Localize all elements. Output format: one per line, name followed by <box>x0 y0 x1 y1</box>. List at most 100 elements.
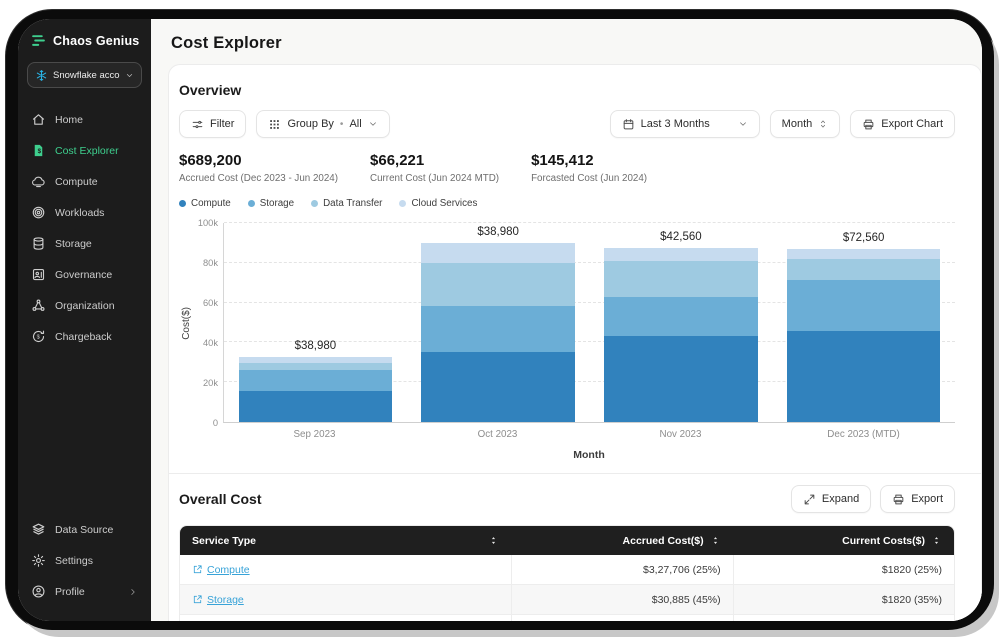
bar-segment-storage <box>238 370 393 392</box>
y-axis-title: Cost($) <box>180 306 192 340</box>
legend-item[interactable]: Data Transfer <box>311 198 382 209</box>
overall-cost-table: Service Type Accrued Cost($) Current Costs… <box>179 525 955 621</box>
column-header-1[interactable]: Service Type <box>180 526 511 555</box>
sidebar-item-label: Governance <box>55 268 113 281</box>
group-by-label: Group By <box>287 118 334 130</box>
y-tick-label: 60k <box>203 298 218 308</box>
sidebar-item-data-source[interactable]: Data Source <box>27 514 142 545</box>
column-header-3[interactable]: Current Costs($) <box>733 526 954 555</box>
granularity-select[interactable]: Month <box>769 110 841 138</box>
workloads-icon <box>31 205 46 220</box>
service-link[interactable]: Compute <box>192 564 250 576</box>
layers-icon <box>31 522 46 537</box>
group-by-dropdown[interactable]: Group By • All <box>256 110 390 138</box>
bar-group-4: $72,560 <box>772 223 955 422</box>
stat-block: $66,221 Current Cost (Jun 2024 MTD) <box>370 152 499 184</box>
bar-segment-data-transfer <box>238 363 393 371</box>
controls-row: Filter Group By • All Last 3 Months Mont… <box>179 110 955 138</box>
sidebar-item-settings[interactable]: Settings <box>27 545 142 576</box>
sidebar-item-cost-explorer[interactable]: $ Cost Explorer <box>27 135 142 166</box>
legend-item[interactable]: Compute <box>179 198 231 209</box>
service-link[interactable]: Storage <box>192 594 244 606</box>
expand-icon <box>803 493 816 506</box>
sidebar-item-governance[interactable]: Governance <box>27 259 142 290</box>
x-tick-label: Sep 2023 <box>293 429 336 440</box>
external-link-icon <box>192 564 203 575</box>
printer-icon <box>862 118 875 131</box>
sidebar-item-organization[interactable]: Organization <box>27 290 142 321</box>
service-link-label: Storage <box>207 593 244 606</box>
stat-value: $66,221 <box>370 152 425 169</box>
sidebar-item-label: Home <box>55 113 84 126</box>
sidebar-item-workloads[interactable]: Workloads <box>27 197 142 228</box>
sidebar-item-chargeback[interactable]: $ Chargeback <box>27 321 142 352</box>
compute-icon <box>31 174 46 189</box>
export-button[interactable]: Export <box>880 485 955 513</box>
controls-right: Last 3 Months Month Export Chart <box>609 110 955 138</box>
sort-icon[interactable] <box>710 535 721 546</box>
x-axis-title: Month <box>573 449 605 461</box>
granularity-value: Month <box>781 118 813 130</box>
snowflake-icon <box>35 69 48 82</box>
filter-icon <box>191 118 204 131</box>
organization-icon <box>31 298 46 313</box>
x-axis-ticks: Sep 2023 Oct 2023 Nov 2023 Dec 2023 (MTD) <box>223 429 955 440</box>
date-range-label: Last 3 Months <box>640 118 710 130</box>
legend-label: Cloud Services <box>411 198 478 209</box>
bar-segment-cloud-services <box>421 242 575 263</box>
cost-chart: Cost($) 0 20k 40k 60k 80k 100k $38,980 $38,980… <box>179 218 955 461</box>
section-divider <box>169 473 981 474</box>
column-header-label: Current Costs($) <box>842 534 925 547</box>
export-chart-button[interactable]: Export Chart <box>850 110 955 138</box>
sidebar-item-label: Storage <box>55 237 92 250</box>
accrued-cost-cell: $0 (0%) <box>511 615 732 621</box>
sidebar-footer-nav: Data Source Settings Profile <box>27 514 142 607</box>
bar-segment-cloud-services <box>786 248 941 259</box>
bar-segment-compute <box>786 331 941 422</box>
service-type-cell: Data Transfer <box>180 615 511 621</box>
y-tick-label: 80k <box>203 258 218 268</box>
cost-explorer-icon: $ <box>31 143 46 158</box>
export-chart-label: Export Chart <box>881 118 943 130</box>
bar-segment-storage <box>786 279 941 332</box>
stat-block: $145,412 Forcasted Cost (Jun 2024) <box>531 152 647 184</box>
bar-segment-data-transfer <box>786 258 941 280</box>
sidebar-item-label: Settings <box>55 554 93 567</box>
bar-segment-cloud-services <box>604 247 758 261</box>
sidebar-item-home[interactable]: Home <box>27 104 142 135</box>
export-label: Export <box>911 493 943 505</box>
sidebar-item-profile[interactable]: Profile <box>27 576 142 607</box>
stats-row: $689,200 Accrued Cost (Dec 2023 - Jun 202… <box>179 152 955 184</box>
table-row: Compute $3,27,706 (25%) $1820 (25%) <box>180 555 954 585</box>
service-type-cell: Storage <box>180 585 511 614</box>
plot-area: $38,980 $38,980 $42,560 $72,560 <box>223 222 955 423</box>
main-content: Cost Explorer Overview Filter Group By • <box>151 19 982 621</box>
legend-label: Data Transfer <box>323 198 383 209</box>
date-range-dropdown[interactable]: Last 3 Months <box>609 110 760 138</box>
service-type-cell: Compute <box>180 555 511 584</box>
legend-item[interactable]: Cloud Services <box>399 198 477 209</box>
sidebar: Chaos Genius Snowflake acco... Home $ Cost… <box>18 19 151 621</box>
expand-button[interactable]: Expand <box>790 485 872 513</box>
sidebar-item-label: Data Source <box>55 523 114 536</box>
account-selector[interactable]: Snowflake acco... <box>27 62 142 88</box>
service-link-label: Compute <box>207 563 250 576</box>
account-label: Snowflake acco... <box>53 69 120 81</box>
stat-value: $145,412 <box>531 152 594 169</box>
sort-icon[interactable] <box>488 535 499 546</box>
sort-icon[interactable] <box>931 535 942 546</box>
column-header-2[interactable]: Accrued Cost($) <box>511 526 732 555</box>
bar-value-label: $42,560 <box>660 230 702 243</box>
table-row: Data Transfer$0 (0%)$0 (0%) <box>180 615 954 621</box>
sidebar-item-compute[interactable]: Compute <box>27 166 142 197</box>
legend-item[interactable]: Storage <box>247 198 294 209</box>
filter-label: Filter <box>210 118 235 130</box>
printer-icon <box>892 493 905 506</box>
sidebar-nav: Home $ Cost Explorer Compute Workloads Storag… <box>27 104 142 352</box>
chevron-right-icon <box>128 587 138 597</box>
bar-segment-compute <box>604 336 758 422</box>
sidebar-item-storage[interactable]: Storage <box>27 228 142 259</box>
chaos-genius-logo-icon <box>30 32 47 49</box>
filter-button[interactable]: Filter <box>179 110 247 138</box>
bar-segment-storage <box>604 296 758 337</box>
